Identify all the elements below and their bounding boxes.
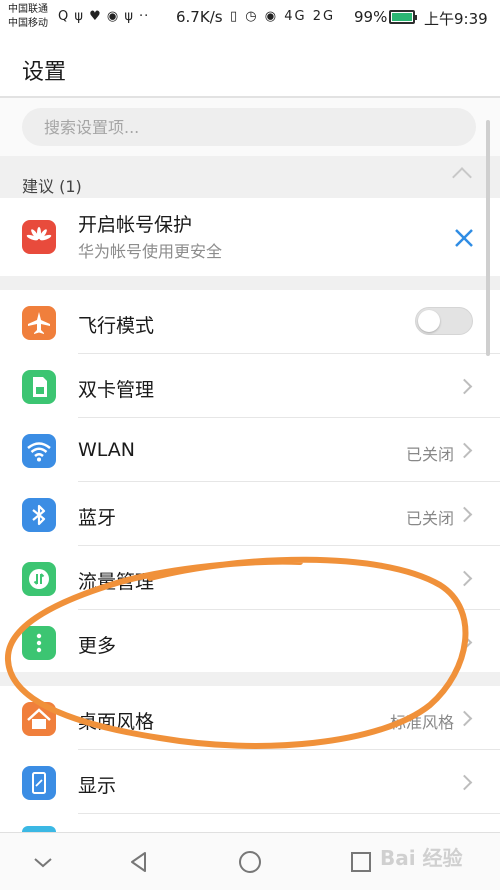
bluetooth-icon	[22, 498, 56, 532]
battery-percent: 99%	[354, 8, 388, 26]
setting-label: 桌面风格	[78, 711, 155, 733]
status-icons-mid: ▯ ◷ ◉ 4G 2G	[230, 9, 336, 24]
setting-label: 蓝牙	[78, 507, 117, 529]
chevron-right-icon	[456, 378, 473, 395]
chevron-right-icon	[456, 442, 473, 459]
data-usage-icon	[22, 562, 56, 596]
airplane-icon	[22, 306, 56, 340]
carrier-1: 中国联通	[8, 4, 48, 15]
network-speed: 6.7K/s	[176, 8, 223, 26]
setting-value: 标准风格	[389, 713, 454, 732]
close-icon[interactable]	[453, 227, 475, 249]
settings-group-display: 桌面风格 标准风格 显示	[0, 686, 500, 832]
more-dots-icon	[22, 626, 56, 660]
setting-label: 流量管理	[78, 571, 155, 593]
chevron-right-icon	[456, 774, 473, 791]
setting-display[interactable]: 显示	[0, 750, 500, 814]
suggestions-heading: 建议 (1)	[22, 177, 82, 196]
back-icon[interactable]	[124, 847, 154, 877]
suggestions-header[interactable]: 建议 (1)	[0, 156, 500, 198]
chevron-down-icon[interactable]	[28, 847, 58, 877]
setting-wlan[interactable]: WLAN 已关闭	[0, 418, 500, 482]
suggestion-card[interactable]: 开启帐号保护 华为帐号使用更安全	[0, 198, 500, 276]
status-icons-left: Q ψ ♥ ◉ ψ ··	[58, 9, 150, 24]
settings-group-network: 飞行模式 双卡管理 WLAN 已关闭 蓝牙 已关闭 流量管理 更多	[0, 290, 500, 672]
setting-label: WLAN	[78, 439, 136, 461]
toggle-knob	[418, 310, 440, 332]
setting-value: 已关闭	[405, 445, 454, 464]
setting-label: 双卡管理	[78, 379, 155, 401]
suggestion-subtitle: 华为帐号使用更安全	[78, 242, 223, 261]
setting-dual-sim[interactable]: 双卡管理	[0, 354, 500, 418]
row-divider	[78, 813, 500, 814]
setting-data-usage[interactable]: 流量管理	[0, 546, 500, 610]
chevron-right-icon	[456, 570, 473, 587]
display-icon	[22, 766, 56, 800]
search-area	[0, 98, 500, 156]
scrollbar[interactable]	[486, 120, 490, 356]
title-bar: 设置	[0, 36, 500, 96]
setting-label: 飞行模式	[78, 315, 155, 337]
sim-card-icon	[22, 370, 56, 404]
chevron-right-icon	[456, 506, 473, 523]
airplane-mode-toggle[interactable]	[415, 307, 473, 335]
status-bar: 中国联通 中国移动 Q ψ ♥ ◉ ψ ·· 6.7K/s ▯ ◷ ◉ 4G 2…	[0, 0, 500, 36]
suggestion-title: 开启帐号保护	[78, 214, 193, 236]
carrier-names: 中国联通 中国移动	[8, 3, 48, 31]
setting-value: 已关闭	[405, 509, 454, 528]
home-icon	[22, 702, 56, 736]
setting-label: 显示	[78, 775, 117, 797]
huawei-logo-icon	[22, 220, 56, 254]
recent-apps-icon[interactable]	[346, 847, 376, 877]
home-button-icon[interactable]	[235, 847, 265, 877]
battery-icon	[389, 10, 417, 24]
setting-bluetooth[interactable]: 蓝牙 已关闭	[0, 482, 500, 546]
search-input[interactable]	[22, 108, 476, 146]
setting-more[interactable]: 更多	[0, 610, 500, 674]
setting-label: 更多	[78, 635, 117, 657]
watermark: Bai 经验	[380, 846, 463, 870]
page-title: 设置	[22, 60, 67, 85]
clock: 上午9:39	[424, 10, 488, 28]
chevron-right-icon	[456, 710, 473, 727]
suggestion-item[interactable]: 开启帐号保护 华为帐号使用更安全	[0, 198, 500, 276]
carrier-2: 中国移动	[8, 18, 48, 29]
setting-home-style[interactable]: 桌面风格 标准风格	[0, 686, 500, 750]
chevron-right-icon	[456, 634, 473, 651]
wifi-icon	[22, 434, 56, 468]
